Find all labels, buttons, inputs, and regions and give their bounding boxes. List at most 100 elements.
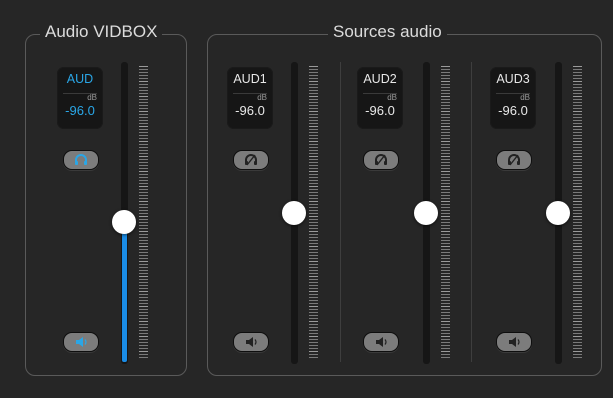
level-scale xyxy=(139,66,148,360)
scale-tick xyxy=(309,306,318,307)
scale-tick xyxy=(139,309,148,310)
scale-tick xyxy=(309,264,318,265)
scale-tick xyxy=(309,252,318,253)
scale-tick xyxy=(309,93,318,94)
scale-tick xyxy=(309,138,318,139)
headphones-button[interactable] xyxy=(363,150,399,170)
scale-tick xyxy=(573,135,582,136)
speaker-button[interactable] xyxy=(496,332,532,352)
speaker-icon xyxy=(76,337,87,347)
scale-tick xyxy=(139,81,148,82)
headphones-off-icon xyxy=(245,154,257,166)
scale-tick xyxy=(573,222,582,223)
scale-tick xyxy=(441,339,450,340)
scale-tick xyxy=(573,219,582,220)
scale-tick xyxy=(441,279,450,280)
level-scale xyxy=(309,66,318,360)
scale-tick xyxy=(573,141,582,142)
volume-slider-knob[interactable] xyxy=(282,201,306,225)
scale-tick xyxy=(309,243,318,244)
scale-tick xyxy=(441,357,450,358)
scale-tick xyxy=(309,87,318,88)
scale-tick xyxy=(309,66,318,67)
scale-tick xyxy=(573,87,582,88)
speaker-button[interactable] xyxy=(363,332,399,352)
scale-tick xyxy=(139,111,148,112)
scale-tick xyxy=(441,96,450,97)
scale-tick xyxy=(139,186,148,187)
volume-slider-knob[interactable] xyxy=(414,201,438,225)
scale-tick xyxy=(441,258,450,259)
scale-tick xyxy=(309,333,318,334)
speaker-button[interactable] xyxy=(233,332,269,352)
scale-tick xyxy=(573,129,582,130)
scale-tick xyxy=(441,66,450,67)
scale-tick xyxy=(139,177,148,178)
scale-tick xyxy=(309,237,318,238)
scale-tick xyxy=(441,105,450,106)
scale-tick xyxy=(573,96,582,97)
speaker-button[interactable] xyxy=(63,332,99,352)
scale-tick xyxy=(139,288,148,289)
scale-tick xyxy=(441,249,450,250)
scale-tick xyxy=(441,300,450,301)
volume-slider-knob[interactable] xyxy=(546,201,570,225)
scale-tick xyxy=(573,270,582,271)
scale-tick xyxy=(573,81,582,82)
scale-tick xyxy=(309,270,318,271)
scale-tick xyxy=(573,156,582,157)
scale-tick xyxy=(441,192,450,193)
scale-tick xyxy=(573,177,582,178)
scale-tick xyxy=(441,315,450,316)
scale-tick xyxy=(573,201,582,202)
scale-tick xyxy=(573,180,582,181)
scale-tick xyxy=(441,324,450,325)
scale-tick xyxy=(309,228,318,229)
scale-tick xyxy=(139,174,148,175)
scale-tick xyxy=(441,171,450,172)
headphones-button[interactable] xyxy=(63,150,99,170)
scale-tick xyxy=(309,324,318,325)
scale-tick xyxy=(139,195,148,196)
volume-slider-knob[interactable] xyxy=(112,210,136,235)
level-scale xyxy=(573,66,582,360)
scale-tick xyxy=(441,93,450,94)
scale-tick xyxy=(441,183,450,184)
scale-tick xyxy=(309,153,318,154)
scale-tick xyxy=(573,108,582,109)
level-scale xyxy=(441,66,450,360)
scale-tick xyxy=(139,204,148,205)
scale-tick xyxy=(309,90,318,91)
scale-tick xyxy=(573,336,582,337)
scale-tick xyxy=(573,267,582,268)
scale-tick xyxy=(441,78,450,79)
scale-tick xyxy=(309,348,318,349)
unit-label: dB xyxy=(387,93,397,102)
scale-tick xyxy=(309,168,318,169)
scale-tick xyxy=(139,192,148,193)
scale-tick xyxy=(309,174,318,175)
scale-tick xyxy=(573,354,582,355)
scale-tick xyxy=(573,147,582,148)
scale-tick xyxy=(441,252,450,253)
scale-tick xyxy=(309,96,318,97)
speaker-icon xyxy=(376,337,387,347)
headphones-button[interactable] xyxy=(496,150,532,170)
headphones-button[interactable] xyxy=(233,150,269,170)
scale-tick xyxy=(573,114,582,115)
scale-tick xyxy=(441,240,450,241)
scale-tick xyxy=(441,117,450,118)
scale-tick xyxy=(573,75,582,76)
scale-tick xyxy=(309,285,318,286)
scale-tick xyxy=(139,336,148,337)
scale-tick xyxy=(441,216,450,217)
scale-tick xyxy=(441,108,450,109)
scale-tick xyxy=(573,195,582,196)
scale-tick xyxy=(139,99,148,100)
scale-tick xyxy=(441,261,450,262)
scale-tick xyxy=(139,234,148,235)
scale-tick xyxy=(139,171,148,172)
scale-tick xyxy=(139,147,148,148)
scale-tick xyxy=(309,339,318,340)
scale-tick xyxy=(139,303,148,304)
